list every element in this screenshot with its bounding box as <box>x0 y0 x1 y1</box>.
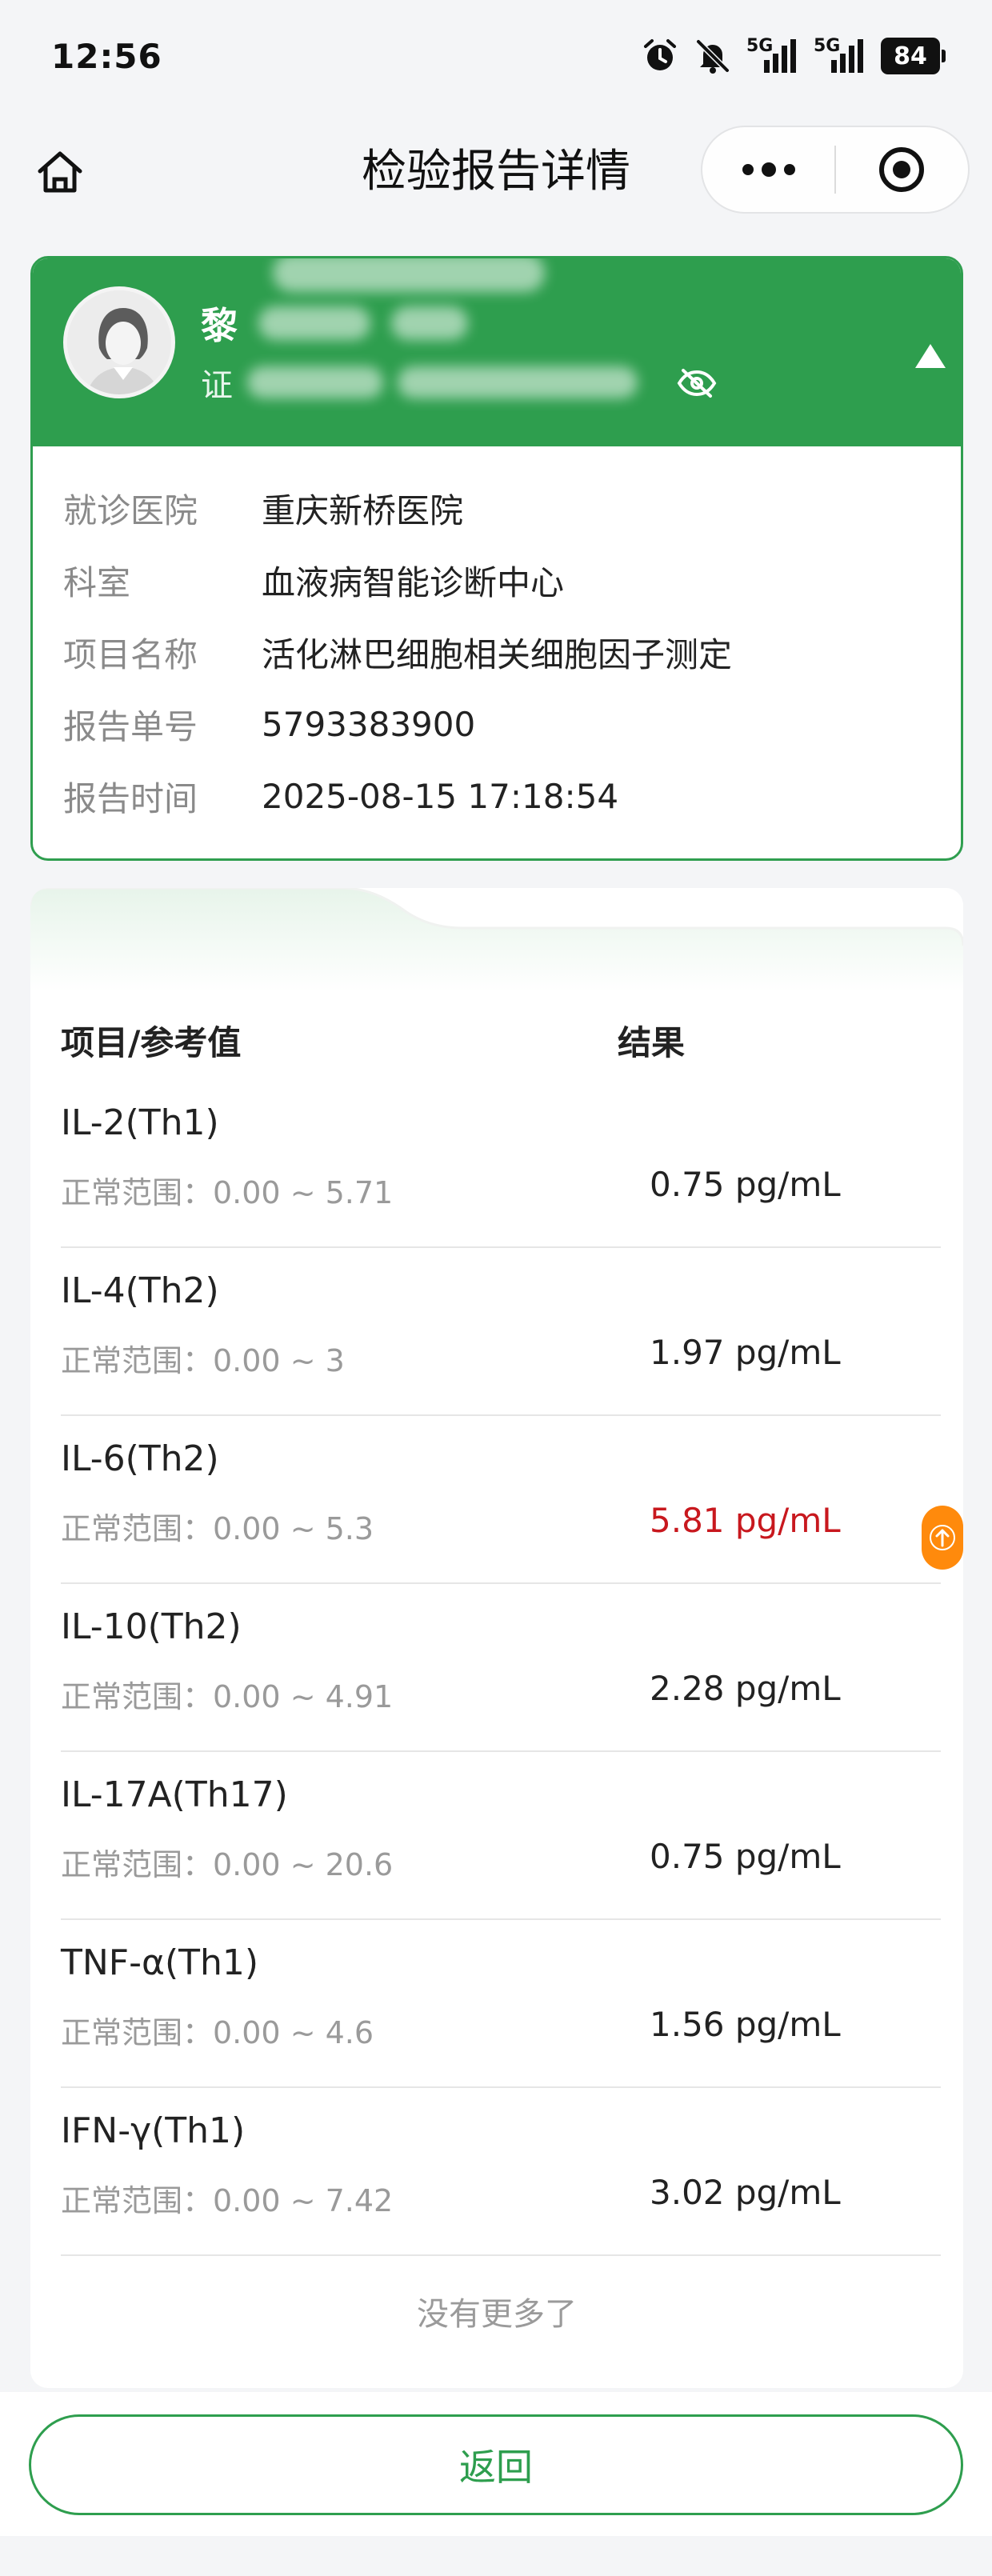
info-value: 活化淋巴细胞相关细胞因子测定 <box>262 634 733 674</box>
result-row: IL-2(Th1) 正常范围：0.00 ~ 5.71 0.75 pg/mL <box>61 1080 963 1248</box>
test-name: IL-6(Th2) <box>61 1438 219 1479</box>
patient-name-row: 黎 <box>201 297 468 350</box>
results-table-header: 项目/参考值 结果 <box>61 1008 933 1072</box>
test-name: IL-10(Th2) <box>61 1606 242 1647</box>
bottom-bar: 返回 <box>0 2392 992 2536</box>
info-row-department: 科室 血液病智能诊断中心 <box>63 544 961 616</box>
bell-off-icon <box>694 37 732 75</box>
test-name: TNF-α(Th1) <box>61 1942 259 1983</box>
redacted-id-type <box>247 366 383 398</box>
reference-range: 正常范围：0.00 ~ 5.3 <box>61 1511 374 1546</box>
result-row: IL-6(Th2) 正常范围：0.00 ~ 5.3 5.81 pg/mL <box>61 1416 963 1584</box>
test-name: IFN-γ(Th1) <box>61 2110 246 2151</box>
status-icons: 5G 5G 84 <box>641 36 946 76</box>
alarm-icon <box>641 37 679 75</box>
result-row: TNF-α(Th1) 正常范围：0.00 ~ 4.6 1.56 pg/mL <box>61 1920 963 2088</box>
battery-icon: 84 <box>881 38 946 74</box>
redacted-overlay <box>273 258 545 292</box>
nav-bar: 检验报告详情 <box>0 120 992 224</box>
reference-range: 正常范围：0.00 ~ 3 <box>61 1343 345 1378</box>
status-time: 12:56 <box>51 36 162 76</box>
redacted-name <box>258 306 370 340</box>
patient-card: 黎 证 就诊医院 重庆新桥医院 科室 血液病智能诊断中心 项目名称 活化淋巴细胞… <box>30 256 963 861</box>
reference-range: 正常范围：0.00 ~ 7.42 <box>61 2183 394 2218</box>
patient-header[interactable]: 黎 证 <box>33 258 961 446</box>
triangle-up-icon[interactable] <box>913 342 948 370</box>
column-header-item: 项目/参考值 <box>61 1022 242 1062</box>
signal-icon: 5G <box>814 36 866 76</box>
signal-icon: 5G <box>746 36 799 76</box>
list-end-text: 没有更多了 <box>417 2296 577 2333</box>
close-mini-program-button[interactable] <box>836 127 968 212</box>
reference-range: 正常范围：0.00 ~ 4.91 <box>61 1679 394 1714</box>
info-label: 报告时间 <box>63 778 198 818</box>
mini-program-capsule <box>701 126 970 214</box>
result-value: 0.75 pg/mL <box>650 1165 841 1204</box>
results-header-decoration <box>30 888 963 992</box>
info-value: 5793383900 <box>262 704 476 744</box>
info-value: 2025-08-15 17:18:54 <box>262 776 619 816</box>
reference-range: 正常范围：0.00 ~ 20.6 <box>61 1847 394 1882</box>
results-list: IL-2(Th1) 正常范围：0.00 ~ 5.71 0.75 pg/mL IL… <box>61 1080 963 2256</box>
results-card: 项目/参考值 结果 IL-2(Th1) 正常范围：0.00 ~ 5.71 0.7… <box>30 888 963 2388</box>
back-button[interactable]: 返回 <box>29 2414 963 2515</box>
info-label: 就诊医院 <box>63 490 198 530</box>
info-label: 科室 <box>63 562 131 602</box>
patient-name: 黎 <box>201 304 238 347</box>
battery-level: 84 <box>881 38 940 74</box>
result-value: 0.75 pg/mL <box>650 1837 841 1876</box>
info-label: 项目名称 <box>63 634 198 674</box>
result-value: 3.02 pg/mL <box>650 2173 841 2212</box>
more-dots-icon <box>742 162 795 177</box>
test-name: IL-17A(Th17) <box>61 1774 288 1815</box>
visit-info-list: 就诊医院 重庆新桥医院 科室 血液病智能诊断中心 项目名称 活化淋巴细胞相关细胞… <box>33 446 961 832</box>
info-row-project: 项目名称 活化淋巴细胞相关细胞因子测定 <box>63 616 961 688</box>
test-name: IL-2(Th1) <box>61 1102 219 1143</box>
result-row: IFN-γ(Th1) 正常范围：0.00 ~ 7.42 3.02 pg/mL <box>61 2088 963 2256</box>
home-indicator-zone <box>0 2536 992 2576</box>
info-row-report-number: 报告单号 5793383900 <box>63 688 961 760</box>
reference-range: 正常范围：0.00 ~ 5.71 <box>61 1175 394 1210</box>
test-name: IL-4(Th2) <box>61 1270 219 1311</box>
status-bar: 12:56 5G 5G 84 <box>0 0 992 112</box>
more-button[interactable] <box>702 127 834 212</box>
info-label: 报告单号 <box>63 706 198 746</box>
info-row-hospital: 就诊医院 重庆新桥医院 <box>63 472 961 544</box>
info-value: 重庆新桥医院 <box>262 490 464 530</box>
patient-id-label: 证 <box>201 367 233 404</box>
result-value: 1.56 pg/mL <box>650 2005 841 2044</box>
result-value: 2.28 pg/mL <box>650 1669 841 1708</box>
avatar <box>63 286 175 398</box>
target-circle-icon <box>879 147 925 192</box>
arrow-up-icon <box>922 1506 963 1570</box>
result-row: IL-10(Th2) 正常范围：0.00 ~ 4.91 2.28 pg/mL <box>61 1584 963 1752</box>
result-value: 1.97 pg/mL <box>650 1333 841 1372</box>
info-value: 血液病智能诊断中心 <box>262 562 565 602</box>
patient-id-row: 证 <box>201 359 638 406</box>
toggle-visibility-button[interactable] <box>674 361 719 406</box>
redacted-gender-age <box>391 306 468 340</box>
result-row: IL-4(Th2) 正常范围：0.00 ~ 3 1.97 pg/mL <box>61 1248 963 1416</box>
column-header-result: 结果 <box>618 1022 686 1062</box>
result-value-abnormal: 5.81 pg/mL <box>650 1501 841 1540</box>
result-row: IL-17A(Th17) 正常范围：0.00 ~ 20.6 0.75 pg/mL <box>61 1752 963 1920</box>
redacted-id-number <box>398 366 638 398</box>
reference-range: 正常范围：0.00 ~ 4.6 <box>61 2015 374 2050</box>
eye-off-icon <box>677 369 717 398</box>
info-row-report-time: 报告时间 2025-08-15 17:18:54 <box>63 760 961 832</box>
